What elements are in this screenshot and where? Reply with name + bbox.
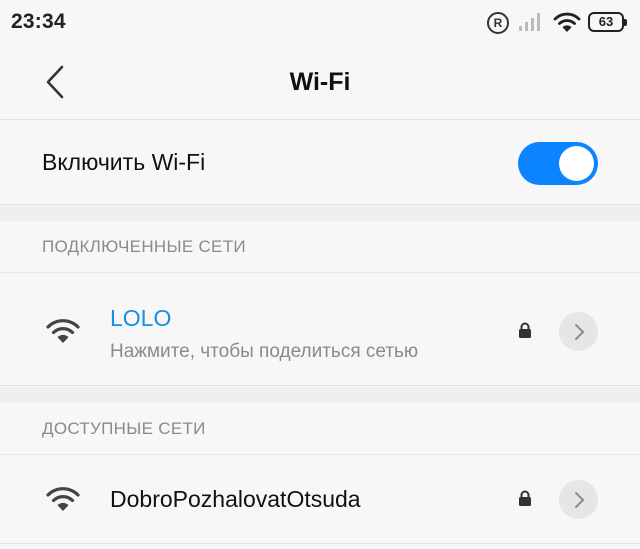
chevron-right-icon [574, 491, 584, 508]
lock-icon [518, 322, 532, 344]
available-networks-header: ДОСТУПНЫЕ СЕТИ [0, 403, 640, 455]
connected-networks-header: ПОДКЛЮЧЕННЫЕ СЕТИ [0, 221, 640, 273]
network-details-button[interactable] [559, 312, 598, 351]
wifi-signal-icon [46, 486, 80, 517]
network-subtitle: Нажмите, чтобы поделиться сетью [110, 341, 419, 362]
battery-icon: 63 [588, 12, 627, 32]
network-name: LOLO [110, 305, 172, 331]
page-title: Wi-Fi [289, 68, 351, 96]
switch-knob [559, 146, 594, 181]
chevron-right-icon [574, 323, 584, 340]
section-divider [0, 205, 640, 221]
wifi-toggle-row: Включить Wi-Fi [0, 121, 640, 205]
status-time: 23:34 [11, 10, 66, 33]
registered-icon: R [487, 12, 509, 34]
wifi-toggle-switch[interactable] [518, 142, 598, 185]
section-title: ДОСТУПНЫЕ СЕТИ [42, 419, 206, 438]
signal-icon [518, 12, 544, 37]
network-name: DobroPozhalovatOtsuda [110, 486, 361, 512]
status-bar: 23:34 R 63 [0, 0, 640, 46]
lock-icon [518, 490, 532, 512]
wifi-toggle-label: Включить Wi-Fi [42, 149, 206, 175]
wifi-icon [553, 11, 581, 38]
network-row-connected[interactable]: LOLO Нажмите, чтобы поделиться сетью [0, 274, 640, 386]
header: Wi-Fi [0, 46, 640, 120]
wifi-signal-icon [46, 318, 80, 349]
section-divider [0, 387, 640, 403]
network-row-available[interactable]: DobroPozhalovatOtsuda [0, 456, 640, 544]
network-details-button[interactable] [559, 480, 598, 519]
section-title: ПОДКЛЮЧЕННЫЕ СЕТИ [42, 237, 246, 256]
